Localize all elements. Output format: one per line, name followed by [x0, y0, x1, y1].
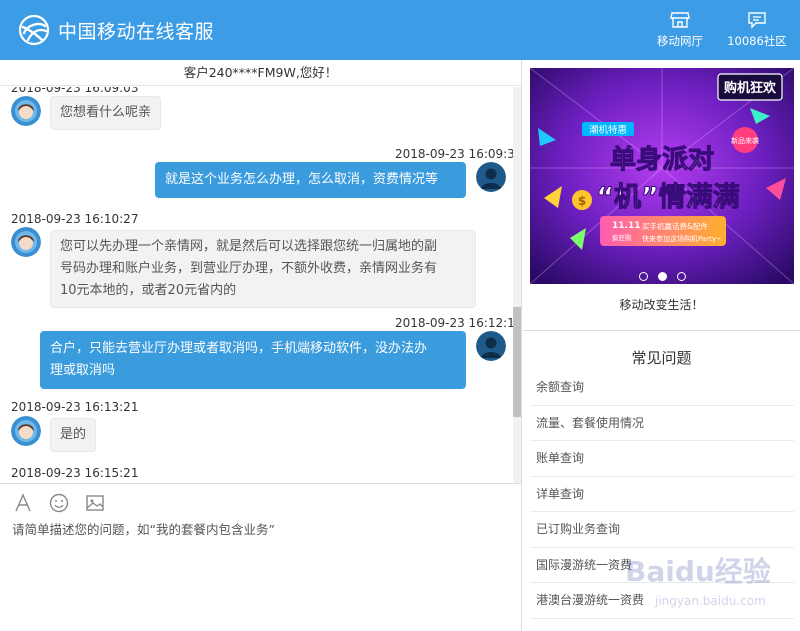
- banner-pagination: [530, 268, 794, 284]
- banner-tag: 潮机特惠: [589, 124, 627, 136]
- nav-community[interactable]: 10086社区: [716, 0, 798, 60]
- faq-item-details[interactable]: 详单查询: [530, 477, 794, 512]
- greeting-bar: 客户240****FM9W,您好！: [0, 60, 521, 86]
- agent-avatar: [11, 96, 41, 126]
- slogan: 移动改变生活！: [619, 298, 704, 312]
- banner-sticker: 新品来袭: [731, 136, 759, 145]
- user-message-bubble: 就是这个业务怎么办理，怎么取消，资费情况等: [155, 162, 466, 198]
- store-icon: [670, 12, 690, 28]
- font-button[interactable]: [12, 492, 34, 514]
- agent-avatar: [11, 227, 41, 257]
- banner-corner-badge: 购机狂欢: [724, 80, 777, 96]
- faq-title: 常见问题: [631, 349, 692, 367]
- font-icon: [15, 493, 31, 512]
- agent-message-bubble: 是的: [50, 418, 97, 452]
- faq-item-bill[interactable]: 账单查询: [530, 441, 794, 477]
- user-avatar: [476, 162, 506, 192]
- faq-list: 余额查询 流量、套餐使用情况 账单查询 详单查询 已订购业务查询 国际漫游统一资…: [530, 370, 794, 619]
- faq-item-data-usage[interactable]: 流量、套餐使用情况: [530, 406, 794, 441]
- banner-promo-2: 快来参加这场购机Party~: [642, 234, 722, 243]
- promo-banner-image: 购机狂欢 潮机特惠 新品来袭 单身派对 “机”情满满 $ 11.11 疯狂购 买…: [530, 68, 794, 284]
- image-button[interactable]: [84, 492, 106, 514]
- nav-online-hall[interactable]: 移动网厅: [644, 0, 716, 60]
- faq-item-intl-roaming[interactable]: 国际漫游统一资费: [530, 548, 794, 583]
- message-text-line: 理或取消吗: [50, 363, 116, 378]
- banner-headline-2: “机”情满满: [596, 182, 740, 213]
- emoji-icon: [49, 493, 69, 513]
- emoji-button[interactable]: [48, 492, 70, 514]
- banner-date-sub: 疯狂购: [612, 233, 632, 242]
- svg-text:$: $: [578, 194, 586, 208]
- scrollbar-track[interactable]: [513, 87, 521, 483]
- message-timestamp: 2018-09-23 16:10:27: [11, 212, 139, 226]
- user-avatar: [476, 331, 506, 361]
- message-text: 是的: [60, 427, 87, 442]
- app-title: 中国移动在线客服: [58, 20, 215, 43]
- message-composer: [0, 483, 521, 631]
- banner-date: 11.11: [612, 221, 640, 231]
- brand[interactable]: 中国移动在线客服: [18, 12, 214, 48]
- faq-item-subscriptions[interactable]: 已订购业务查询: [530, 512, 794, 548]
- china-mobile-logo-icon: [18, 14, 50, 46]
- message-list[interactable]: 2018-09-23 16:09:03 您想看什么呢亲 2018-09-23 1…: [0, 87, 521, 483]
- faq-item-balance[interactable]: 余额查询: [530, 370, 794, 406]
- banner-dot[interactable]: [638, 271, 648, 281]
- faq-item-hmt-roaming[interactable]: 港澳台漫游统一资费: [530, 583, 794, 619]
- agent-message-bubble: 您想看什么呢亲: [50, 96, 162, 130]
- chat-panel: 客户240****FM9W,您好！ 2018-09-23 16:09:03 您想…: [0, 60, 522, 631]
- message-text-line: 号码办理和账户业务，到营业厅办理，不额外收费，亲情网业务有: [60, 261, 438, 276]
- header-nav: 移动网厅 10086社区: [644, 0, 800, 60]
- message-text: 就是这个业务怎么办理，怎么取消，资费情况等: [165, 172, 439, 187]
- app-header: 中国移动在线客服 移动网厅 10086社区: [0, 0, 800, 60]
- message-text: 您想看什么呢亲: [60, 105, 152, 120]
- message-timestamp: 2018-09-23 16:15:21: [11, 466, 139, 480]
- agent-message-bubble: 您可以先办理一个亲情网，就是然后可以选择跟您统一归属地的副 号码办理和账户业务，…: [50, 230, 476, 308]
- agent-avatar: [11, 416, 41, 446]
- image-icon: [86, 495, 104, 511]
- message-timestamp: 2018-09-23 16:09:03: [11, 87, 139, 95]
- banner-dot[interactable]: [676, 271, 686, 281]
- nav-community-label: 10086社区: [727, 34, 787, 48]
- banner-headline-1: 单身派对: [610, 144, 714, 175]
- message-input[interactable]: [12, 522, 507, 537]
- nav-online-hall-label: 移动网厅: [657, 34, 703, 48]
- user-message-bubble: 合户，只能去营业厅办理或者取消吗，手机端移动软件，没办法办 理或取消吗: [40, 331, 466, 389]
- divider: [523, 330, 800, 331]
- message-text-line: 10元本地的，或者20元省内的: [60, 283, 237, 298]
- message-timestamp: 2018-09-23 16:09:38: [395, 147, 521, 161]
- banner-dot-active[interactable]: [657, 271, 667, 281]
- scrollbar-thumb[interactable]: [513, 307, 521, 417]
- message-timestamp: 2018-09-23 16:13:21: [11, 400, 139, 414]
- message-text-line: 您可以先办理一个亲情网，就是然后可以选择跟您统一归属地的副: [60, 239, 438, 254]
- banner-promo-1: 买手机赢话费&配件: [642, 221, 708, 231]
- promo-banner[interactable]: 购机狂欢 潮机特惠 新品来袭 单身派对 “机”情满满 $ 11.11 疯狂购 买…: [530, 68, 794, 284]
- sidebar: 购机狂欢 潮机特惠 新品来袭 单身派对 “机”情满满 $ 11.11 疯狂购 买…: [523, 60, 800, 631]
- message-text-line: 合户，只能去营业厅办理或者取消吗，手机端移动软件，没办法办: [50, 341, 428, 356]
- community-icon: [748, 12, 766, 29]
- message-timestamp: 2018-09-23 16:12:15: [395, 316, 521, 330]
- composer-toolbar: [12, 492, 120, 514]
